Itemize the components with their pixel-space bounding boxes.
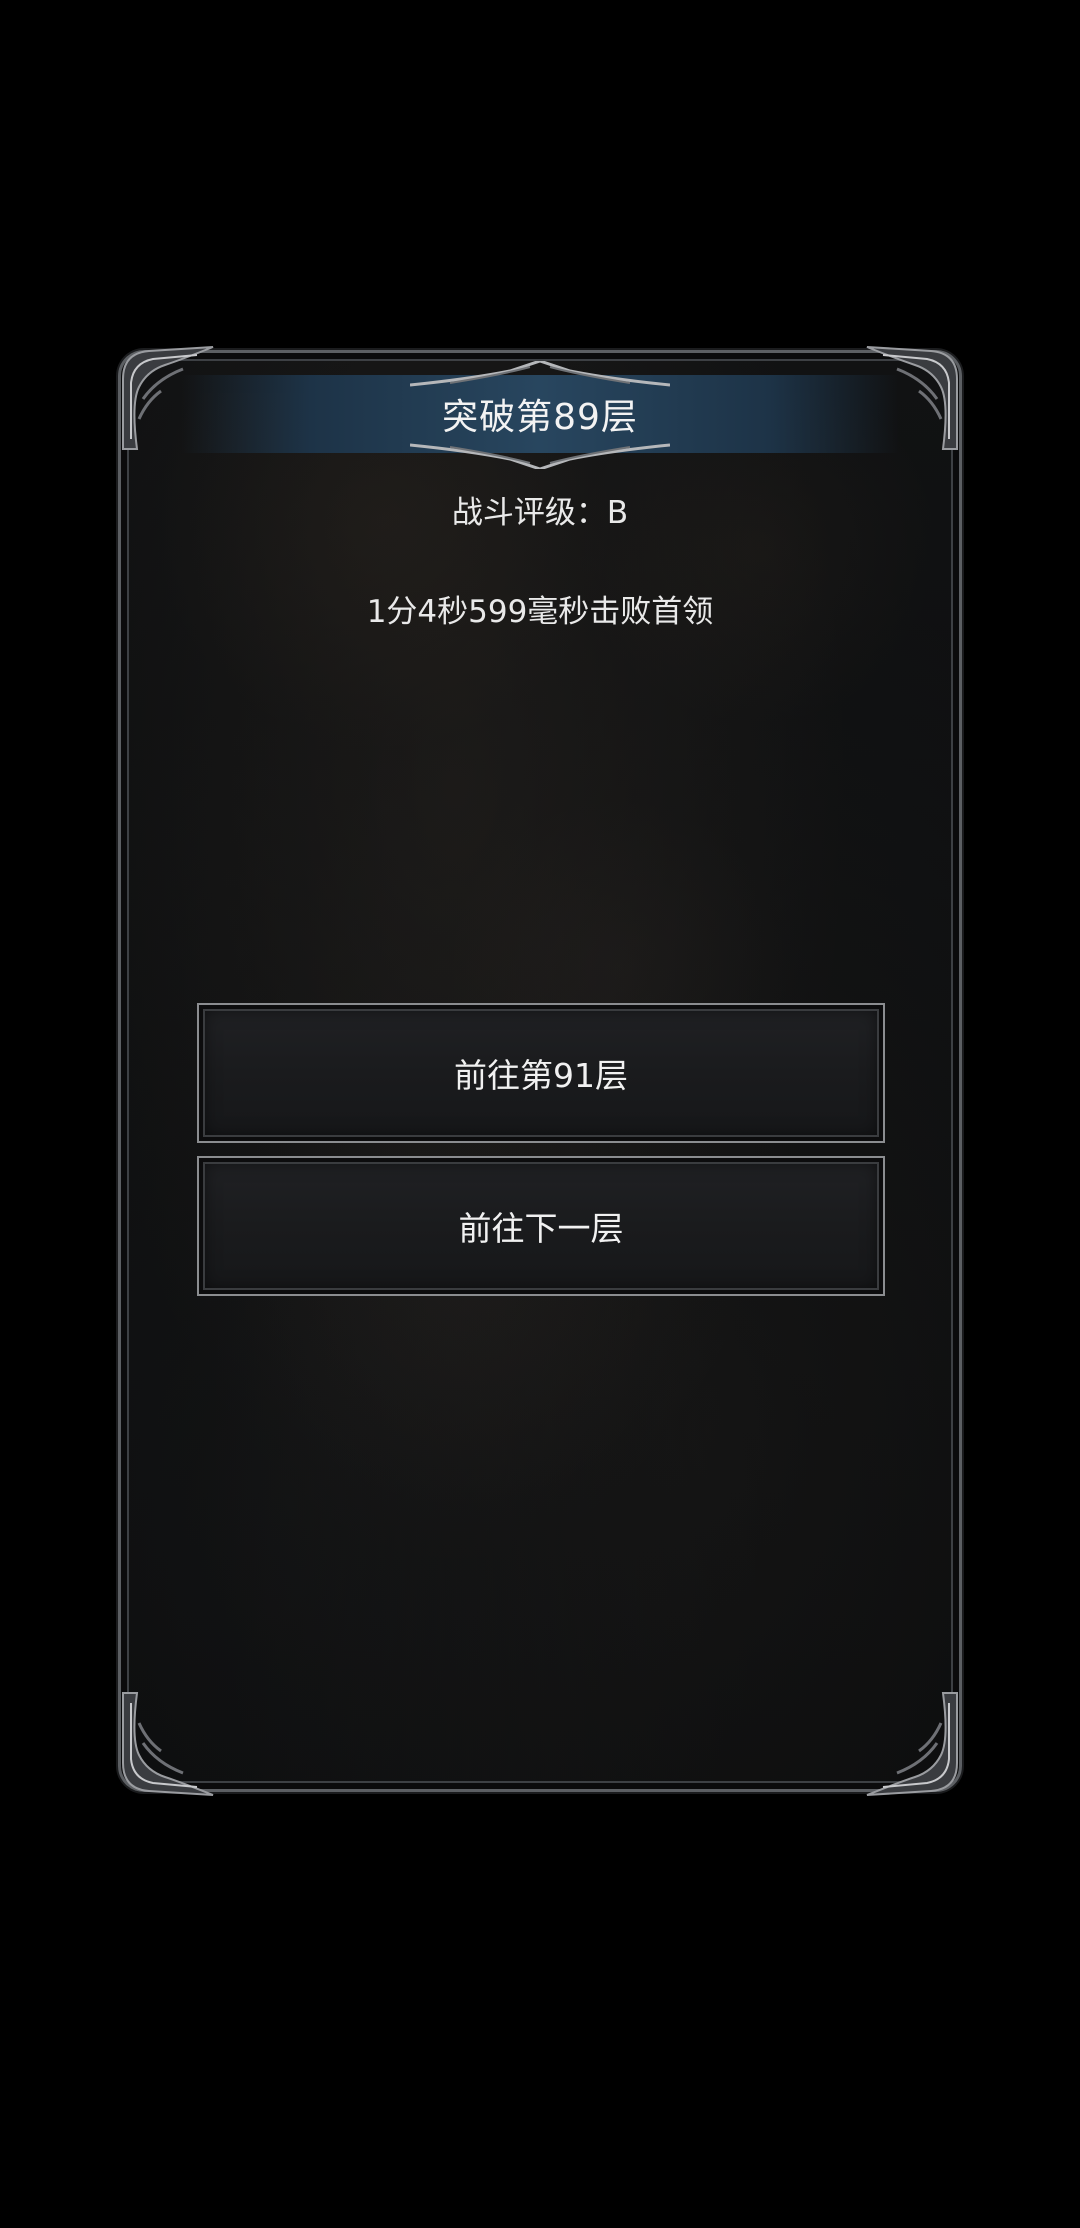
goto-next-floor-label: 前往下一层 bbox=[458, 1209, 624, 1248]
title-ornament-icon bbox=[410, 443, 670, 469]
title-banner: 突破第89层 bbox=[181, 361, 899, 469]
goto-floor-91-button[interactable]: 前往第91层 bbox=[197, 1003, 885, 1143]
dialog-title: 突破第89层 bbox=[442, 397, 638, 438]
battle-rating: 战斗评级：B bbox=[451, 495, 629, 531]
result-dialog: 突破第89层 战斗评级：B 1分4秒599毫秒击败首领 前往第91层 前往下一层 bbox=[118, 346, 962, 1796]
ornament-corner-icon bbox=[113, 1683, 223, 1803]
goto-floor-91-label: 前往第91层 bbox=[454, 1056, 628, 1095]
boss-defeat-time: 1分4秒599毫秒击败首领 bbox=[366, 594, 714, 630]
goto-next-floor-button[interactable]: 前往下一层 bbox=[197, 1156, 885, 1296]
game-screen: 突破第89层 战斗评级：B 1分4秒599毫秒击败首领 前往第91层 前往下一层 bbox=[0, 0, 1080, 2228]
title-ornament-icon bbox=[410, 361, 670, 387]
ornament-corner-icon bbox=[857, 1683, 967, 1803]
